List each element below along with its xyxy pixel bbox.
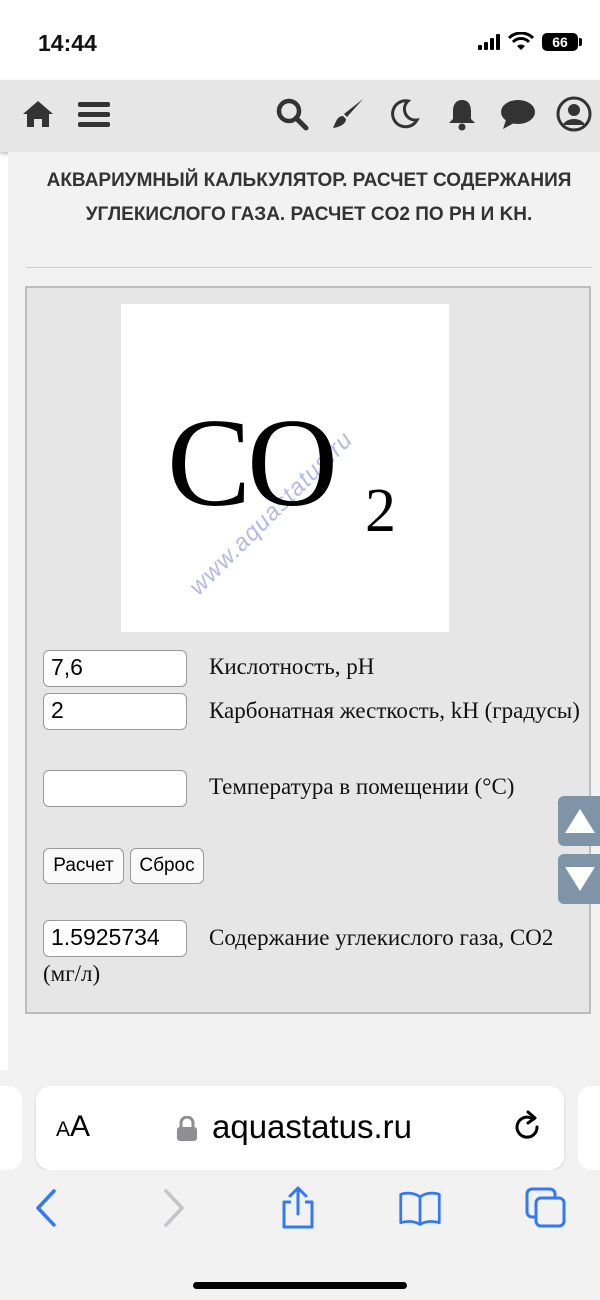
url-text: aquastatus.ru	[212, 1108, 412, 1145]
bell-icon[interactable]	[442, 94, 482, 134]
co2-formula: CO	[167, 394, 338, 533]
scroll-down-button[interactable]	[558, 854, 600, 904]
reader-settings-button[interactable]: AA	[56, 1110, 90, 1144]
back-button[interactable]	[24, 1186, 68, 1230]
ph-input[interactable]: 7,6	[43, 650, 187, 687]
page-title: Аквариумный калькулятор. Расчет содержан…	[46, 170, 572, 225]
temperature-input[interactable]	[43, 770, 187, 807]
address-bar[interactable]: AA aquastatus.ru	[36, 1086, 564, 1170]
result-label: Содержание углекислого газа, CO2 (мг/л)	[43, 925, 554, 986]
lock-icon	[177, 1116, 197, 1141]
tabs-button[interactable]	[524, 1186, 568, 1230]
brush-icon[interactable]	[328, 94, 368, 134]
next-tab-edge[interactable]	[578, 1086, 600, 1170]
temperature-label: Температура в помещении (°C)	[209, 774, 515, 799]
tabs-icon	[525, 1187, 566, 1228]
calculate-button[interactable]: Расчет	[43, 848, 124, 884]
user-icon[interactable]	[554, 94, 594, 134]
site-navigation-bar	[0, 80, 600, 152]
browser-toolbar	[0, 1170, 600, 1300]
home-icon[interactable]	[18, 94, 58, 134]
battery-level: 66	[552, 34, 568, 50]
co2-subscript: 2	[365, 477, 396, 545]
status-bar: 14:44 66	[0, 0, 600, 80]
reset-button[interactable]: Сброс	[130, 848, 204, 884]
cellular-signal-icon	[478, 34, 500, 50]
previous-tab-edge[interactable]	[0, 1086, 22, 1170]
chat-icon[interactable]	[498, 94, 538, 134]
page-content: Аквариумный калькулятор. Расчет содержан…	[8, 152, 600, 1070]
book-icon	[399, 1191, 441, 1226]
share-button[interactable]	[276, 1186, 320, 1230]
wifi-icon	[508, 32, 534, 50]
chevron-right-icon	[164, 1189, 184, 1227]
search-icon[interactable]	[272, 94, 312, 134]
browser-address-area: AA aquastatus.ru	[0, 1070, 600, 1170]
calculator-panel: www.aquastatus.ru CO 2 7,6 Кислотность, …	[25, 286, 591, 1014]
forward-button[interactable]	[152, 1186, 196, 1230]
moon-icon[interactable]	[384, 94, 424, 134]
triangle-down-icon	[565, 867, 595, 891]
share-icon	[282, 1186, 314, 1229]
title-divider	[26, 267, 592, 268]
status-time: 14:44	[38, 30, 97, 56]
triangle-up-icon	[565, 809, 595, 833]
reload-icon[interactable]	[510, 1110, 544, 1144]
home-indicator[interactable]	[193, 1282, 407, 1289]
co2-image: www.aquastatus.ru CO 2	[121, 304, 449, 632]
menu-icon[interactable]	[74, 94, 114, 134]
kh-label: Карбонатная жесткость, kH (градусы)	[209, 698, 580, 723]
ph-label: Кислотность, pH	[209, 654, 375, 679]
scroll-up-button[interactable]	[558, 796, 600, 846]
bookmarks-button[interactable]	[398, 1186, 442, 1230]
battery-icon: 66	[542, 33, 582, 51]
chevron-left-icon	[36, 1189, 56, 1227]
status-icons: 66	[478, 32, 582, 52]
